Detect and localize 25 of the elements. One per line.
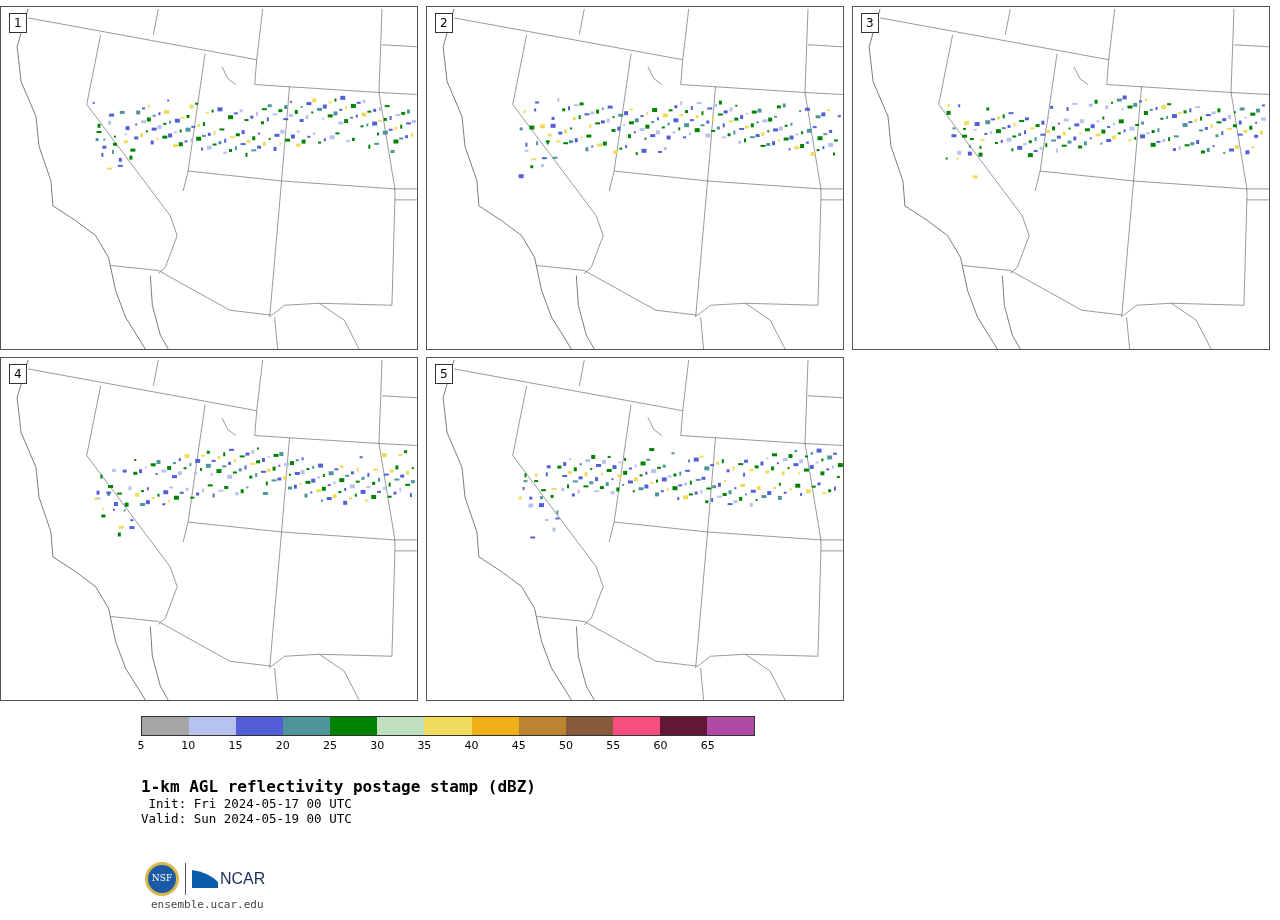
tick-label: 10 <box>181 738 196 754</box>
panel-number: 2 <box>435 13 453 33</box>
nsf-logo: NSF <box>145 862 179 896</box>
tick-label: 55 <box>606 738 621 754</box>
tick-label: 35 <box>417 738 432 754</box>
tick-label: 15 <box>228 738 243 754</box>
tick-label: 5 <box>137 738 145 754</box>
panel-number: 5 <box>435 364 453 384</box>
valid-time: Valid: Sun 2024-05-19 00 UTC <box>141 811 353 826</box>
tick-label: 25 <box>322 738 337 754</box>
tick-label: 30 <box>370 738 385 754</box>
panel-number: 1 <box>9 13 27 33</box>
tick-label: 40 <box>464 738 479 754</box>
tick-label: 45 <box>511 738 526 754</box>
tick-label: 60 <box>653 738 668 754</box>
tick-label: 50 <box>559 738 574 754</box>
ncar-logo: NCAR <box>220 869 266 889</box>
tick-label: 20 <box>275 738 290 754</box>
website-url: ensemble.ucar.edu <box>151 898 265 912</box>
init-time: Init: Fri 2024-05-17 00 UTC <box>147 796 353 811</box>
ncar-logo-icon <box>192 870 218 888</box>
panel-number: 3 <box>861 13 879 33</box>
tick-label: 65 <box>700 738 715 754</box>
chart-title: 1-km AGL reflectivity postage stamp (dBZ) <box>141 778 537 796</box>
panel-number: 4 <box>9 364 27 384</box>
